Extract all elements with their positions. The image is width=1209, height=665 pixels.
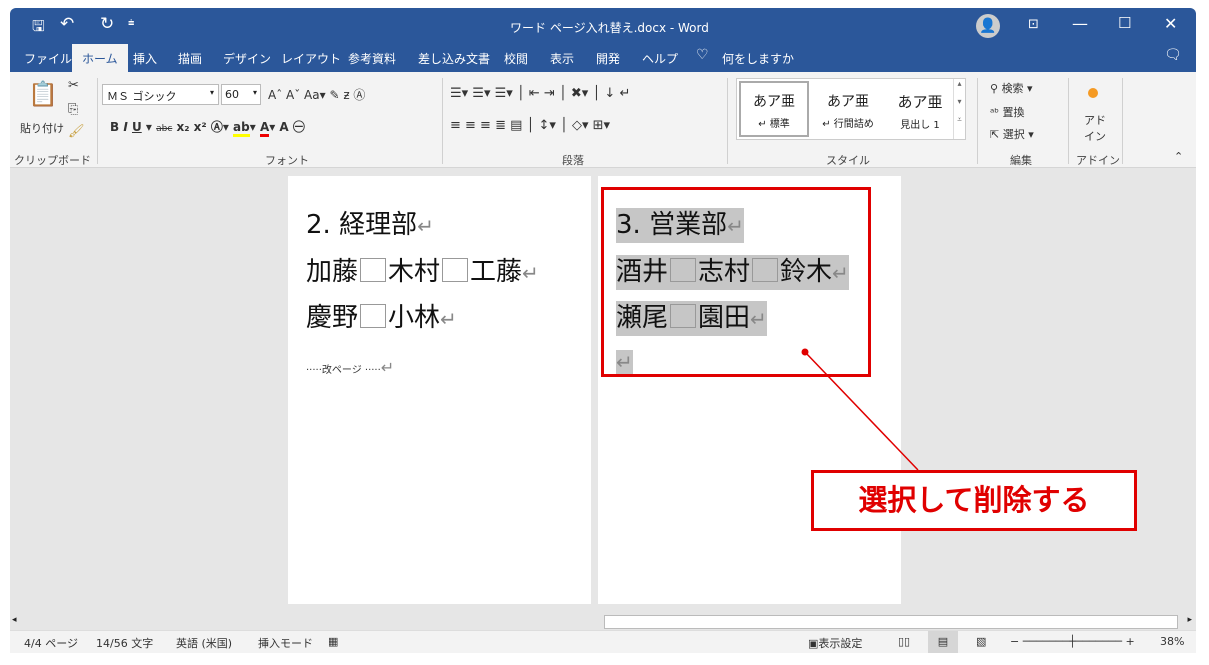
callout-label: 選択して削除する <box>811 470 1137 531</box>
callout-connector <box>801 348 919 471</box>
callout-dot <box>801 348 809 356</box>
callout-line <box>804 351 919 471</box>
